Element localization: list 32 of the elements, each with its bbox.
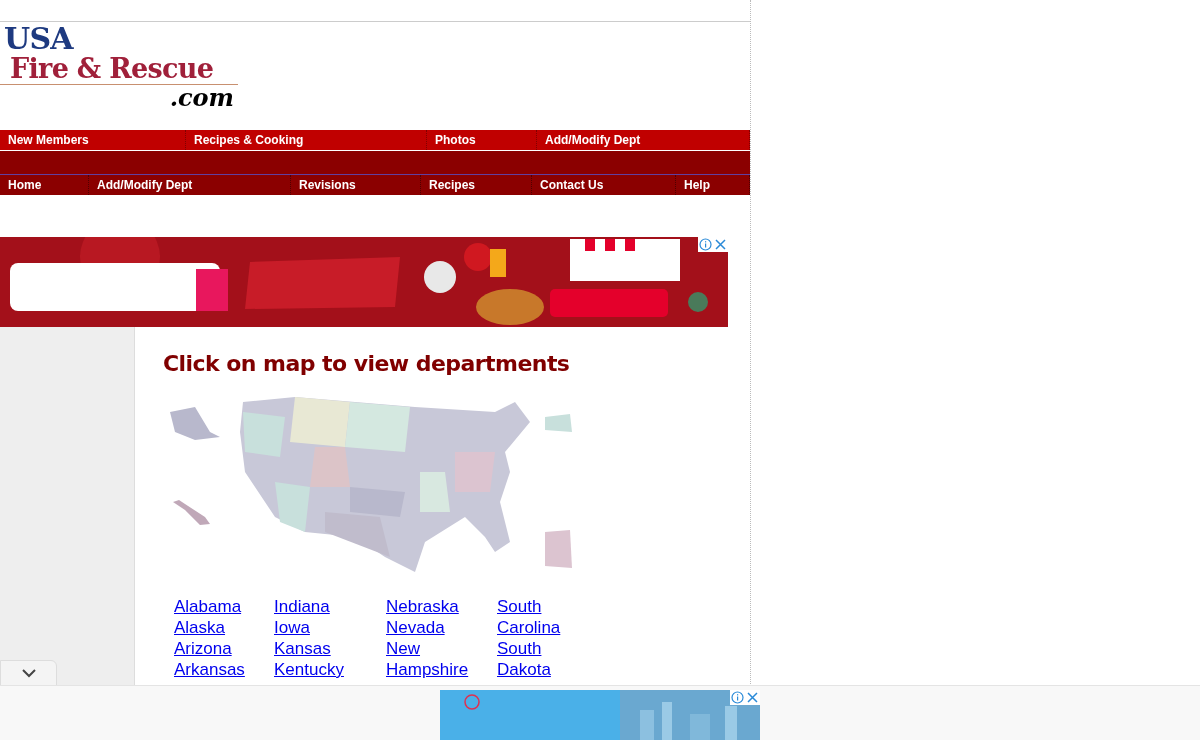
state-link[interactable]: South: [497, 596, 542, 617]
nav-link[interactable]: Contact Us: [532, 175, 676, 195]
state-link[interactable]: Dakota: [497, 659, 551, 680]
state-link[interactable]: Arizona: [174, 638, 232, 659]
state-link[interactable]: Kansas: [274, 638, 331, 659]
collapse-tab[interactable]: [0, 660, 57, 686]
nav-link[interactable]: Add/Modify Dept: [89, 175, 291, 195]
info-icon[interactable]: [698, 237, 713, 252]
close-icon[interactable]: [745, 690, 760, 705]
nav-link[interactable]: Recipes: [421, 175, 532, 195]
nav-link[interactable]: Help: [676, 175, 750, 195]
state-link[interactable]: Kentucky: [274, 659, 344, 680]
info-icon[interactable]: [730, 690, 745, 705]
state-link[interactable]: Nebraska: [386, 596, 459, 617]
nav-link[interactable]: Revisions: [291, 175, 421, 195]
logo-text: USA: [3, 24, 73, 54]
state-link[interactable]: Indiana: [274, 596, 330, 617]
logo-text: Fire & Rescue: [0, 54, 238, 85]
page-heading: Click on map to view departments: [163, 350, 571, 378]
close-icon[interactable]: [713, 237, 728, 252]
state-link[interactable]: Alabama: [174, 596, 242, 617]
logo-text: .com: [169, 85, 235, 111]
nav-link[interactable]: Home: [0, 175, 89, 195]
state-link[interactable]: Iowa: [274, 617, 310, 638]
state-link[interactable]: Arkansas: [174, 659, 245, 680]
state-link[interactable]: Hampshire: [386, 659, 469, 680]
chevron-down-icon: [20, 668, 37, 678]
state-link[interactable]: Nevada: [386, 617, 445, 638]
state-link[interactable]: Alaska: [174, 617, 226, 638]
state-link[interactable]: New: [386, 638, 420, 659]
state-link[interactable]: South: [497, 638, 542, 659]
state-link[interactable]: Carolina: [497, 617, 561, 638]
